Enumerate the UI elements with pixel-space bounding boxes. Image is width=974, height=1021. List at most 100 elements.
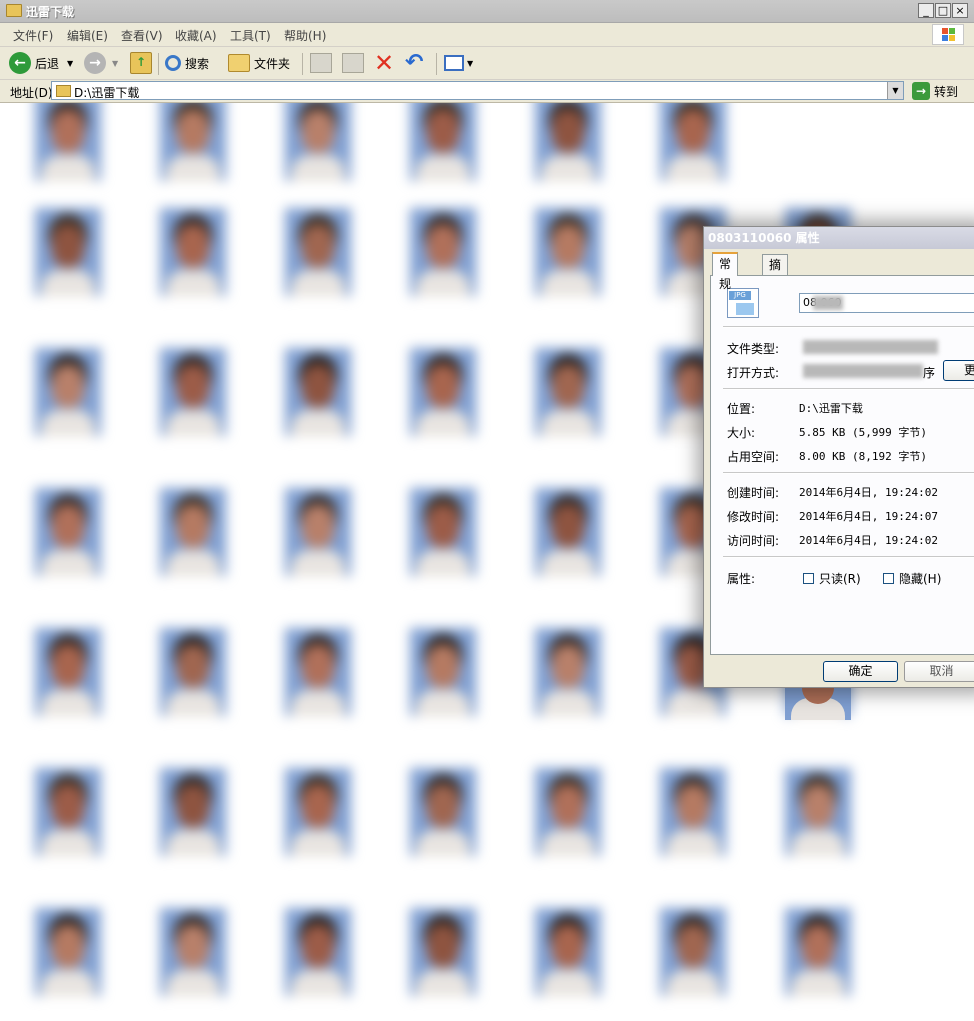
- up-folder-icon: ↑: [130, 52, 152, 74]
- general-panel: JPG 08 060 文件类型: 打开方式: 序 更 位置: D:\迅雷下载 大…: [710, 275, 974, 655]
- photo-thumbnail[interactable]: [285, 208, 351, 296]
- photo-thumbnail[interactable]: [35, 768, 101, 856]
- forward-button[interactable]: → ▼: [84, 51, 118, 75]
- up-folder-button[interactable]: ↑: [130, 51, 152, 75]
- photo-thumbnail[interactable]: [410, 768, 476, 856]
- photo-thumbnail[interactable]: [160, 908, 226, 996]
- back-button[interactable]: ← 后退 ▼: [9, 51, 73, 75]
- hidden-checkbox[interactable]: [883, 573, 894, 584]
- photo-thumbnail[interactable]: [160, 488, 226, 576]
- photo-thumbnail[interactable]: [35, 103, 101, 181]
- photo-thumbnail[interactable]: [35, 348, 101, 436]
- photo-thumbnail[interactable]: [535, 103, 601, 181]
- photo-thumbnail[interactable]: [285, 768, 351, 856]
- photo-thumbnail[interactable]: [535, 348, 601, 436]
- disk-size-label: 占用空间:: [727, 450, 780, 464]
- photo-thumbnail[interactable]: [660, 103, 726, 181]
- close-button[interactable]: ×: [952, 3, 968, 18]
- photo-thumbnail[interactable]: [410, 628, 476, 716]
- menu-tools[interactable]: 工具(T): [230, 27, 271, 44]
- accessed-value: 2014年6月4日, 19:24:02: [799, 534, 938, 547]
- photo-thumbnail[interactable]: [285, 488, 351, 576]
- dialog-title[interactable]: 0803110060 属性: [704, 227, 974, 249]
- photo-thumbnail[interactable]: [35, 628, 101, 716]
- photo-thumbnail[interactable]: [410, 908, 476, 996]
- readonly-label[interactable]: 只读(R): [819, 570, 861, 587]
- delete-icon: ✕: [374, 49, 395, 77]
- menu-edit[interactable]: 编辑(E): [67, 27, 108, 44]
- address-value: D:\迅雷下载: [74, 86, 140, 100]
- accessed-label: 访问时间:: [727, 534, 780, 548]
- forward-dropdown-icon[interactable]: ▼: [112, 59, 118, 68]
- photo-thumbnail[interactable]: [160, 768, 226, 856]
- views-button[interactable]: ▼: [444, 51, 473, 75]
- move-to-button[interactable]: [310, 51, 332, 75]
- photo-thumbnail[interactable]: [160, 103, 226, 181]
- windows-logo-icon: [932, 24, 964, 45]
- tab-general[interactable]: 常规: [712, 252, 739, 291]
- photo-thumbnail[interactable]: [535, 488, 601, 576]
- address-input[interactable]: D:\迅雷下载 ▼: [51, 81, 904, 100]
- photo-thumbnail[interactable]: [785, 768, 851, 856]
- photo-thumbnail[interactable]: [160, 628, 226, 716]
- readonly-checkbox[interactable]: [803, 573, 814, 584]
- jpg-file-icon: JPG: [727, 288, 759, 318]
- folder-icon: [56, 85, 71, 97]
- photo-thumbnail[interactable]: [410, 208, 476, 296]
- folder-icon: [6, 4, 22, 17]
- photo-thumbnail[interactable]: [535, 208, 601, 296]
- menu-favorites[interactable]: 收藏(A): [175, 27, 217, 44]
- photo-thumbnail[interactable]: [410, 488, 476, 576]
- photo-thumbnail[interactable]: [535, 768, 601, 856]
- divider: [723, 472, 974, 474]
- photo-thumbnail[interactable]: [535, 628, 601, 716]
- photo-thumbnail[interactable]: [285, 628, 351, 716]
- cancel-button[interactable]: 取消: [904, 661, 974, 682]
- photo-thumbnail[interactable]: [785, 908, 851, 996]
- toolbar-separator: [436, 53, 437, 75]
- photo-thumbnail[interactable]: [35, 908, 101, 996]
- go-label: 转到: [934, 84, 959, 99]
- menu-help[interactable]: 帮助(H): [284, 27, 326, 44]
- divider: [723, 326, 974, 328]
- address-label: 地址(D): [10, 86, 53, 100]
- file-type-label: 文件类型:: [727, 342, 780, 356]
- copy-to-button[interactable]: [342, 51, 364, 75]
- change-button[interactable]: 更: [943, 360, 974, 381]
- delete-button[interactable]: ✕: [374, 51, 394, 75]
- hidden-label[interactable]: 隐藏(H): [899, 570, 941, 587]
- photo-thumbnail[interactable]: [535, 908, 601, 996]
- views-dropdown-icon[interactable]: ▼: [467, 59, 473, 68]
- maximize-button[interactable]: □: [935, 3, 951, 18]
- photo-thumbnail[interactable]: [35, 488, 101, 576]
- file-type-value-redacted: [803, 340, 938, 354]
- search-label: 搜索: [185, 56, 210, 71]
- photo-thumbnail[interactable]: [285, 348, 351, 436]
- menu-view[interactable]: 查看(V): [121, 27, 163, 44]
- minimize-button[interactable]: _: [918, 3, 934, 18]
- created-label: 创建时间:: [727, 486, 780, 500]
- photo-thumbnail[interactable]: [160, 208, 226, 296]
- photo-thumbnail[interactable]: [660, 908, 726, 996]
- window-titlebar[interactable]: 迅雷下载 _ □ ×: [0, 0, 974, 23]
- address-dropdown-icon[interactable]: ▼: [887, 82, 903, 99]
- go-button[interactable]: → 转到: [912, 81, 958, 101]
- search-button[interactable]: 搜索: [165, 51, 209, 75]
- tab-summary[interactable]: 摘要: [762, 254, 789, 292]
- photo-thumbnail[interactable]: [410, 103, 476, 181]
- ok-button[interactable]: 确定: [823, 661, 898, 682]
- photo-thumbnail[interactable]: [410, 348, 476, 436]
- photo-thumbnail[interactable]: [160, 348, 226, 436]
- photo-thumbnail[interactable]: [35, 208, 101, 296]
- photo-thumbnail[interactable]: [285, 103, 351, 181]
- created-value: 2014年6月4日, 19:24:02: [799, 486, 938, 499]
- photo-thumbnail[interactable]: [285, 908, 351, 996]
- menu-file[interactable]: 文件(F): [13, 27, 53, 44]
- back-dropdown-icon[interactable]: ▼: [67, 59, 73, 68]
- views-icon: [444, 55, 464, 71]
- folders-button[interactable]: 文件夹: [228, 51, 290, 75]
- undo-icon: ↶: [405, 50, 424, 75]
- undo-button[interactable]: ↶: [405, 51, 423, 75]
- photo-thumbnail[interactable]: [660, 768, 726, 856]
- location-value: D:\迅雷下载: [799, 402, 863, 415]
